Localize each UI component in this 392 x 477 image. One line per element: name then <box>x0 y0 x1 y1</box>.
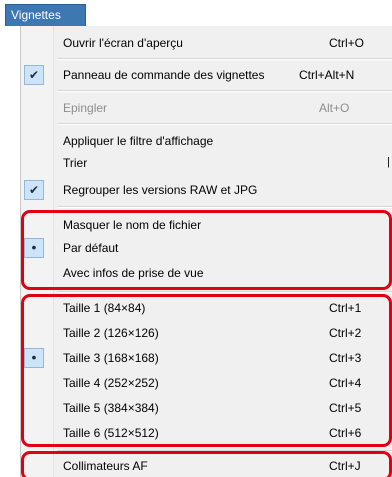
menu-item-shortcut: Ctrl+5 <box>329 401 362 415</box>
menu-item-size-3[interactable]: • Taille 3 (168×168) Ctrl+3 <box>21 347 392 369</box>
menu-item-pin[interactable]: Epingler Alt+O <box>21 97 392 119</box>
dropdown-menu: Ouvrir l'écran d'aperçu Ctrl+O ✔ Panneau… <box>20 26 392 477</box>
menu-item-label: Trier <box>63 156 88 170</box>
menu-item-label: Panneau de commande des vignettes <box>63 68 265 82</box>
menu-item-shortcut: Ctrl+Alt+N <box>299 68 355 82</box>
menu-bar: Vignettes <box>0 0 392 26</box>
menu-separator <box>57 123 392 125</box>
menu-separator <box>57 58 392 60</box>
menu-item-label: Taille 5 (384×384) <box>63 401 159 415</box>
menu-item-with-shooting-info[interactable]: Avec infos de prise de vue <box>21 262 392 284</box>
menu-item-open-preview[interactable]: Ouvrir l'écran d'aperçu Ctrl+O <box>21 32 392 54</box>
menu-separator <box>57 90 392 92</box>
menu-separator <box>57 450 392 452</box>
menu-item-label: Taille 3 (168×168) <box>63 351 159 365</box>
radio-dot-icon: • <box>24 348 44 368</box>
menu-item-shortcut: Ctrl+1 <box>329 301 362 315</box>
menu-item-sort[interactable]: Trier | <box>21 152 392 174</box>
menu-item-label: Taille 4 (252×252) <box>63 376 159 390</box>
menu-item-shortcut: Ctrl+6 <box>329 426 362 440</box>
menu-item-apply-display-filter[interactable]: Appliquer le filtre d'affichage <box>21 130 392 152</box>
menu-item-label: Ouvrir l'écran d'aperçu <box>63 36 183 50</box>
menu-item-default[interactable]: • Par défaut <box>21 237 392 259</box>
menu-item-shortcut: Ctrl+3 <box>329 351 362 365</box>
menu-item-shortcut: Ctrl+2 <box>329 326 362 340</box>
menu-item-label: Taille 6 (512×512) <box>63 426 159 440</box>
menu-item-label: Avec infos de prise de vue <box>63 266 204 280</box>
menu-item-label: Collimateurs AF <box>63 459 148 473</box>
check-icon: ✔ <box>24 65 44 85</box>
menu-item-af-points[interactable]: Collimateurs AF Ctrl+J <box>21 455 392 477</box>
menu-item-label: Taille 2 (126×126) <box>63 326 159 340</box>
check-icon: ✔ <box>24 180 44 200</box>
menu-item-size-5[interactable]: Taille 5 (384×384) Ctrl+5 <box>21 397 392 419</box>
menu-item-hide-filename[interactable]: Masquer le nom de fichier <box>21 214 392 236</box>
submenu-arrow-icon: | <box>387 156 390 168</box>
menu-item-shortcut: Alt+O <box>319 101 350 115</box>
menu-item-size-6[interactable]: Taille 6 (512×512) Ctrl+6 <box>21 422 392 444</box>
radio-dot-icon: • <box>24 238 44 258</box>
menu-item-label: Appliquer le filtre d'affichage <box>63 134 214 148</box>
menu-item-shortcut: Ctrl+J <box>329 459 361 473</box>
menu-item-label: Par défaut <box>63 241 119 255</box>
menu-vignettes[interactable]: Vignettes <box>5 4 86 26</box>
menu-item-label: Taille 1 (84×84) <box>63 301 146 315</box>
menu-item-group-raw-jpg[interactable]: ✔ Regrouper les versions RAW et JPG <box>21 179 392 201</box>
menu-item-label: Regrouper les versions RAW et JPG <box>63 183 258 197</box>
menu-separator <box>57 291 392 293</box>
menu-item-size-1[interactable]: Taille 1 (84×84) Ctrl+1 <box>21 297 392 319</box>
menu-item-thumbnail-panel[interactable]: ✔ Panneau de commande des vignettes Ctrl… <box>21 64 392 86</box>
menu-item-size-2[interactable]: Taille 2 (126×126) Ctrl+2 <box>21 322 392 344</box>
menu-item-shortcut: Ctrl+4 <box>329 376 362 390</box>
menu-separator <box>57 206 392 208</box>
menu-item-label: Epingler <box>63 101 108 115</box>
menu-item-size-4[interactable]: Taille 4 (252×252) Ctrl+4 <box>21 372 392 394</box>
menu-item-shortcut: Ctrl+O <box>329 36 365 50</box>
menu-item-label: Masquer le nom de fichier <box>63 218 202 232</box>
